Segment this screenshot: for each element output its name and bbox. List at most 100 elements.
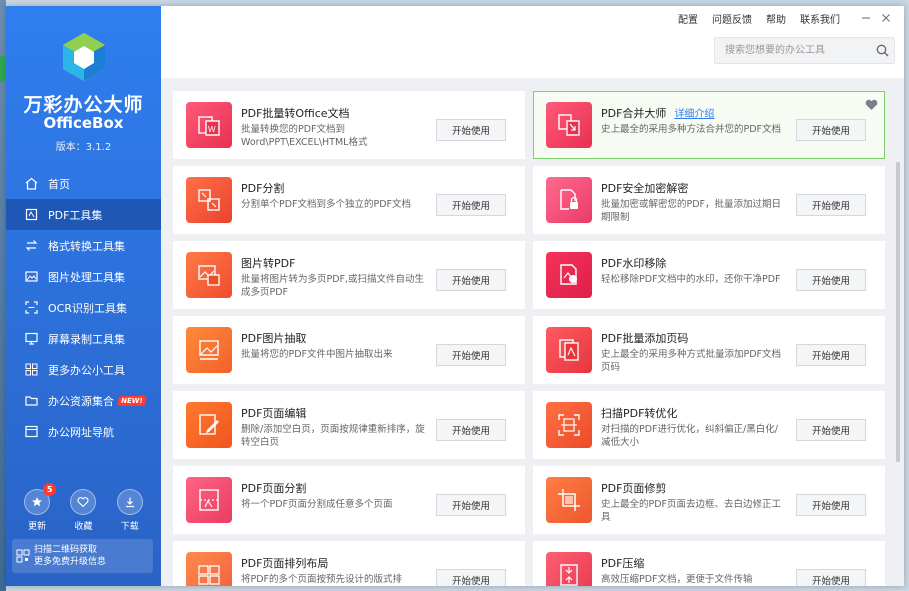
start-button[interactable]: 开始使用	[796, 344, 866, 366]
start-button[interactable]: 开始使用	[436, 569, 506, 586]
desktop-app-chip	[0, 56, 5, 82]
detail-link[interactable]: 详细介绍	[674, 109, 714, 120]
tool-card[interactable]: PDF安全加密解密 批量加密或解密您的PDF，批量添加过期日期限制 开始使用	[533, 166, 885, 234]
sidebar-item-more-tools[interactable]: 更多办公小工具	[6, 354, 161, 385]
app-name: 万彩办公大师	[23, 94, 144, 116]
start-button[interactable]: 开始使用	[796, 494, 866, 516]
close-icon[interactable]	[878, 10, 894, 26]
page-split-icon	[186, 477, 232, 523]
sidebar-item-ocr-tools[interactable]: OCR识别工具集	[6, 292, 161, 323]
scrollbar[interactable]	[896, 162, 900, 462]
feedback-link[interactable]: 问题反馈	[712, 11, 752, 26]
sidebar-item-pdf-tools[interactable]: PDF工具集	[6, 199, 161, 230]
favorite-button[interactable]: 收藏	[70, 489, 97, 532]
start-button[interactable]: 开始使用	[796, 119, 866, 141]
start-button[interactable]: 开始使用	[436, 494, 506, 516]
heart-icon	[70, 489, 97, 515]
tool-card[interactable]: PDF页面排列布局 将PDF的多个页面按预先设计的版式排 开始使用	[173, 541, 525, 586]
home-icon	[24, 177, 38, 191]
pdf-lock-icon	[546, 177, 592, 223]
contact-link[interactable]: 联系我们	[800, 11, 840, 26]
pdf-merge-icon	[546, 102, 592, 148]
tool-title: PDF批量添加页码	[601, 332, 689, 345]
favorite-label: 收藏	[74, 522, 93, 532]
sidebar-item-convert-tools[interactable]: 格式转换工具集	[6, 230, 161, 261]
page-crop-icon	[546, 477, 592, 523]
start-button[interactable]: 开始使用	[436, 344, 506, 366]
tool-title-text: PDF合并大师	[601, 107, 667, 120]
config-link[interactable]: 配置	[678, 11, 698, 26]
help-link[interactable]: 帮助	[766, 11, 786, 26]
qr-line2: 更多免费升级信息	[34, 557, 107, 567]
tool-card[interactable]: 图片转PDF 批量将图片转为多页PDF,或扫描文件自动生成多页PDF 开始使用	[173, 241, 525, 309]
tool-card[interactable]: PDF水印移除 轻松移除PDF文档中的水印，还你干净PDF 开始使用	[533, 241, 885, 309]
page-layout-icon	[186, 552, 232, 586]
minimize-icon[interactable]	[858, 10, 874, 26]
sidebar-item-screen-record-tools[interactable]: 屏幕录制工具集	[6, 323, 161, 354]
tool-card[interactable]: PDF页面修剪 史上最全的PDF页面去边框、去白边修正工具 开始使用	[533, 466, 885, 534]
update-count-badge: 5	[43, 483, 57, 496]
update-button[interactable]: 5 更新	[24, 483, 57, 532]
new-badge: NEW!	[117, 395, 147, 406]
start-button[interactable]: 开始使用	[436, 119, 506, 141]
app-window: 万彩办公大师 OfficeBox 版本：3.1.2 首页 PDF工具集 格式转换	[6, 6, 904, 586]
tool-card[interactable]: PDF分割 分割单个PDF文档到多个独立的PDF文档 开始使用	[173, 166, 525, 234]
sidebar-actions: 5 更新 收藏 下载	[6, 483, 161, 532]
search-input[interactable]	[715, 38, 870, 63]
tool-desc: 批量转换您的PDF文档到Word\PPT\EXCEL\HTML格式	[241, 124, 368, 148]
tool-card[interactable]: PDF图片抽取 批量将您的PDF文件中图片抽取出来 开始使用	[173, 316, 525, 384]
tool-title: PDF水印移除	[601, 257, 667, 270]
tool-title: PDF页面编辑	[241, 407, 307, 420]
search-icon[interactable]	[870, 39, 894, 63]
tool-title: PDF页面分割	[241, 482, 307, 495]
pdf-to-office-icon: W	[186, 102, 232, 148]
convert-icon	[24, 239, 38, 253]
tool-title: PDF页面排列布局	[241, 557, 329, 570]
tool-card[interactable]: W PDF批量转Office文档 批量转换您的PDF文档到Word\PPT\EX…	[173, 91, 525, 159]
image-extract-icon	[186, 327, 232, 373]
pdf-icon	[24, 208, 38, 222]
start-button[interactable]: 开始使用	[796, 569, 866, 586]
start-button[interactable]: 开始使用	[796, 269, 866, 291]
tool-title: 扫描PDF转优化	[601, 407, 678, 420]
tool-card[interactable]: 扫描PDF转优化 对扫描的PDF进行优化，纠斜偏正/黑白化/减低大小 开始使用	[533, 391, 885, 459]
favorite-heart-icon[interactable]	[865, 96, 878, 115]
download-button[interactable]: 下载	[116, 489, 143, 532]
watermark-remove-icon	[546, 252, 592, 298]
tool-desc: 史上最全的PDF页面去边框、去白边修正工具	[601, 499, 782, 523]
sidebar-item-home[interactable]: 首页	[6, 168, 161, 199]
sidebar-item-image-tools[interactable]: 图片处理工具集	[6, 261, 161, 292]
qr-promo[interactable]: 扫描二维码获取 更多免费升级信息	[12, 539, 153, 573]
start-button[interactable]: 开始使用	[436, 194, 506, 216]
sidebar-item-label: 更多办公小工具	[48, 363, 125, 377]
tool-desc: 删除/添加空白页，页面按规律重新排序，旋转空白页	[241, 424, 425, 448]
tool-desc: 史上最全的采用多种方式批量添加PDF文档页码	[601, 349, 782, 373]
tool-card[interactable]: PDF页面编辑 删除/添加空白页，页面按规律重新排序，旋转空白页 开始使用	[173, 391, 525, 459]
sidebar-item-label: 首页	[48, 177, 70, 191]
search-box	[714, 37, 895, 64]
tool-title: PDF分割	[241, 182, 285, 195]
tool-card[interactable]: PDF合并大师 详细介绍 史上最全的采用多种方法合并您的PDF文档 开始使用	[533, 91, 885, 159]
scan-optimize-icon	[546, 402, 592, 448]
pdf-split-icon	[186, 177, 232, 223]
start-button[interactable]: 开始使用	[796, 419, 866, 441]
start-button[interactable]: 开始使用	[796, 194, 866, 216]
app-logo	[61, 32, 107, 82]
tool-card[interactable]: PDF压缩 高效压缩PDF文档，更便于文件传输 开始使用	[533, 541, 885, 586]
resource-icon	[24, 394, 38, 408]
tool-card[interactable]: PDF批量添加页码 史上最全的采用多种方式批量添加PDF文档页码 开始使用	[533, 316, 885, 384]
start-button[interactable]: 开始使用	[436, 419, 506, 441]
qr-line1: 扫描二维码获取	[34, 545, 98, 555]
ocr-icon	[24, 301, 38, 315]
start-button[interactable]: 开始使用	[436, 269, 506, 291]
tool-desc: 将PDF的多个页面按预先设计的版式排	[241, 574, 403, 585]
sidebar-item-label: 办公网址导航	[48, 425, 114, 439]
tool-desc: 将一个PDF页面分割成任意多个页面	[241, 499, 393, 510]
sidebar-item-web-nav[interactable]: 办公网址导航	[6, 416, 161, 447]
tool-card[interactable]: PDF页面分割 将一个PDF页面分割成任意多个页面 开始使用	[173, 466, 525, 534]
tool-desc: 批量加密或解密您的PDF，批量添加过期日期限制	[601, 199, 782, 223]
sidebar-item-resources[interactable]: 办公资源集合 NEW!	[6, 385, 161, 416]
image-icon	[24, 270, 38, 284]
app-version: 版本：3.1.2	[55, 142, 112, 153]
browser-icon	[24, 425, 38, 439]
